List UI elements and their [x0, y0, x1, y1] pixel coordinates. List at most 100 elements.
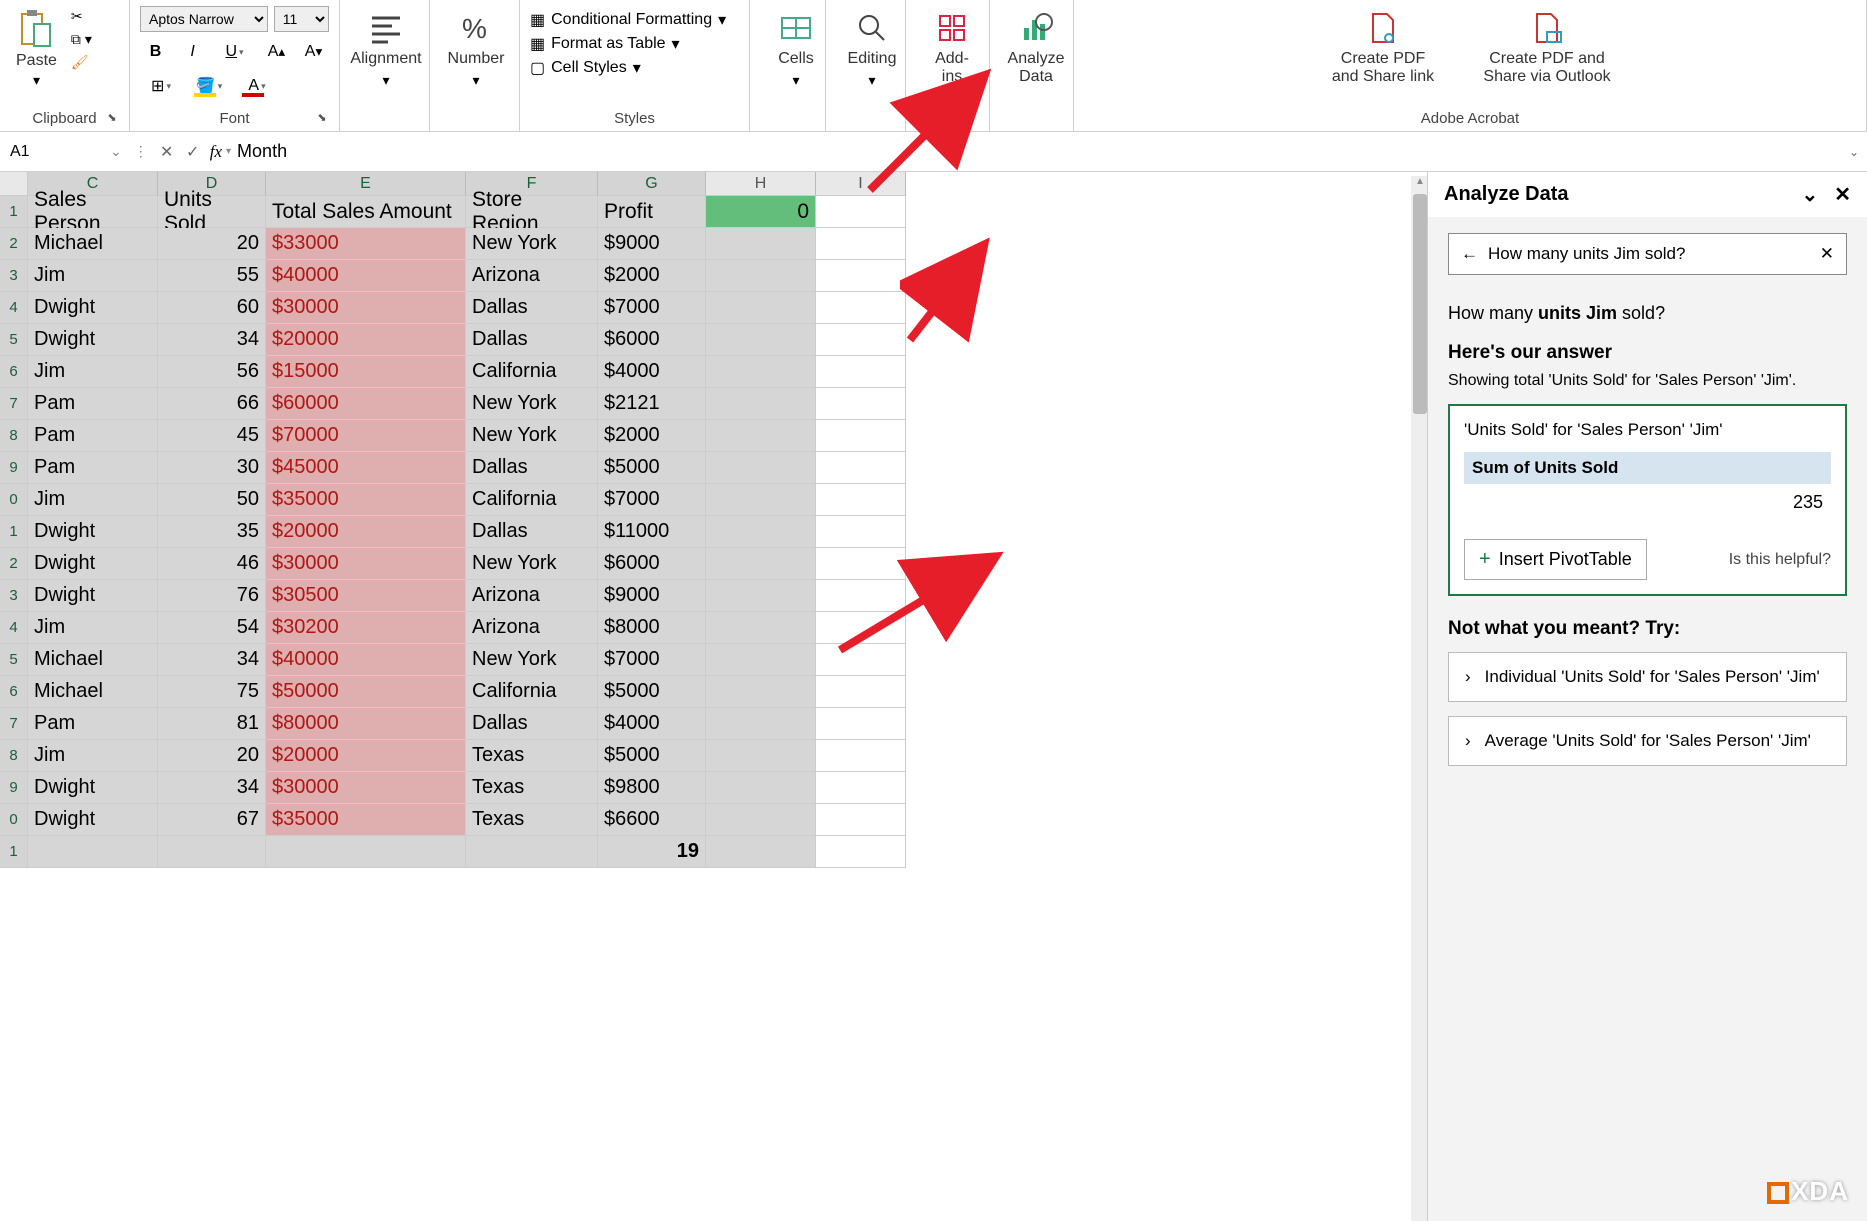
cell[interactable]: 0 — [706, 196, 816, 228]
cell[interactable]: $20000 — [266, 324, 466, 356]
suggestion-1[interactable]: ›Individual 'Units Sold' for 'Sales Pers… — [1448, 652, 1847, 702]
cell[interactable]: $6000 — [598, 548, 706, 580]
cell[interactable]: 60 — [158, 292, 266, 324]
cell[interactable] — [816, 420, 906, 452]
cell[interactable]: Dwight — [28, 516, 158, 548]
increase-font-button[interactable]: A▴ — [261, 38, 292, 66]
cell[interactable] — [816, 740, 906, 772]
cell[interactable]: $5000 — [598, 740, 706, 772]
cell[interactable]: $30000 — [266, 548, 466, 580]
cell[interactable] — [706, 804, 816, 836]
chevron-down-icon[interactable]: ⌄ — [1801, 182, 1818, 207]
cell[interactable]: $20000 — [266, 740, 466, 772]
cell[interactable]: $6000 — [598, 324, 706, 356]
cell[interactable]: Pam — [28, 452, 158, 484]
row-header[interactable]: 4 — [0, 612, 28, 644]
cell[interactable] — [706, 676, 816, 708]
cell[interactable] — [706, 452, 816, 484]
cell[interactable] — [816, 804, 906, 836]
addins-button[interactable]: Add-ins — [916, 6, 988, 91]
cell[interactable]: $2121 — [598, 388, 706, 420]
cell[interactable]: Pam — [28, 708, 158, 740]
cell[interactable]: California — [466, 676, 598, 708]
cell[interactable]: $7000 — [598, 644, 706, 676]
cell[interactable] — [158, 836, 266, 868]
cell[interactable]: Jim — [28, 356, 158, 388]
cell[interactable]: $7000 — [598, 484, 706, 516]
cell[interactable]: 34 — [158, 644, 266, 676]
cell[interactable] — [706, 324, 816, 356]
font-name-select[interactable]: Aptos Narrow — [140, 6, 268, 32]
copy-button[interactable]: ⧉▾ — [71, 31, 92, 48]
cell[interactable]: 67 — [158, 804, 266, 836]
cell[interactable]: Arizona — [466, 260, 598, 292]
bold-button[interactable]: B — [140, 38, 171, 66]
cell[interactable]: Pam — [28, 420, 158, 452]
cell[interactable] — [706, 740, 816, 772]
cell[interactable]: Jim — [28, 740, 158, 772]
cell[interactable] — [706, 772, 816, 804]
cell[interactable]: $45000 — [266, 452, 466, 484]
cell[interactable]: 56 — [158, 356, 266, 388]
cell[interactable]: 66 — [158, 388, 266, 420]
cell[interactable]: $9000 — [598, 228, 706, 260]
dialog-launcher-icon[interactable]: ⬊ — [315, 111, 329, 125]
cell[interactable]: Texas — [466, 772, 598, 804]
cell[interactable]: Profit — [598, 196, 706, 228]
cell[interactable]: $30000 — [266, 292, 466, 324]
cell[interactable]: Jim — [28, 612, 158, 644]
cell[interactable]: $2000 — [598, 420, 706, 452]
cell[interactable]: $35000 — [266, 804, 466, 836]
cell[interactable]: $35000 — [266, 484, 466, 516]
cell[interactable] — [706, 292, 816, 324]
cell[interactable] — [816, 708, 906, 740]
row-header[interactable]: 9 — [0, 452, 28, 484]
create-pdf-outlook-button[interactable]: Create PDF and Share via Outlook — [1470, 6, 1624, 91]
back-arrow-icon[interactable]: ← — [1461, 244, 1478, 264]
cell[interactable]: New York — [466, 548, 598, 580]
name-box[interactable] — [4, 138, 104, 166]
fx-icon[interactable]: fx — [210, 142, 222, 162]
cell[interactable]: Dwight — [28, 548, 158, 580]
row-header[interactable]: 5 — [0, 324, 28, 356]
cell[interactable] — [706, 644, 816, 676]
row-header[interactable]: 1 — [0, 516, 28, 548]
row-header[interactable]: 4 — [0, 292, 28, 324]
cell[interactable] — [816, 548, 906, 580]
cell[interactable]: $30200 — [266, 612, 466, 644]
cell[interactable]: Dallas — [466, 324, 598, 356]
close-icon[interactable]: ✕ — [1834, 182, 1851, 207]
row-header[interactable]: 0 — [0, 804, 28, 836]
editing-button[interactable]: Editing▾ — [836, 6, 908, 93]
cut-button[interactable]: ✂ — [71, 8, 92, 25]
row-header[interactable]: 2 — [0, 548, 28, 580]
cell[interactable] — [816, 772, 906, 804]
column-header[interactable]: I — [816, 172, 906, 196]
decrease-font-button[interactable]: A▾ — [298, 38, 329, 66]
cell[interactable]: 34 — [158, 772, 266, 804]
column-header[interactable]: H — [706, 172, 816, 196]
number-button[interactable]: % Number▾ — [440, 6, 512, 93]
cell[interactable]: $4000 — [598, 708, 706, 740]
row-header[interactable]: 5 — [0, 644, 28, 676]
cell[interactable]: Store Region — [466, 196, 598, 228]
cell[interactable] — [816, 260, 906, 292]
cell[interactable]: $20000 — [266, 516, 466, 548]
cell[interactable]: Dwight — [28, 772, 158, 804]
cell[interactable]: 34 — [158, 324, 266, 356]
cancel-formula-button[interactable]: ✕ — [154, 142, 180, 162]
cell[interactable] — [816, 196, 906, 228]
cell[interactable]: $6600 — [598, 804, 706, 836]
cell[interactable]: 35 — [158, 516, 266, 548]
cell[interactable]: Total Sales Amount — [266, 196, 466, 228]
cell[interactable] — [816, 644, 906, 676]
accept-formula-button[interactable]: ✓ — [180, 142, 206, 162]
cell[interactable]: 81 — [158, 708, 266, 740]
row-header[interactable]: 0 — [0, 484, 28, 516]
cell[interactable]: Michael — [28, 676, 158, 708]
cell[interactable] — [816, 452, 906, 484]
cell[interactable]: $80000 — [266, 708, 466, 740]
cell[interactable]: Dallas — [466, 708, 598, 740]
analyze-data-button[interactable]: Analyze Data — [1000, 6, 1072, 91]
cell[interactable]: New York — [466, 420, 598, 452]
